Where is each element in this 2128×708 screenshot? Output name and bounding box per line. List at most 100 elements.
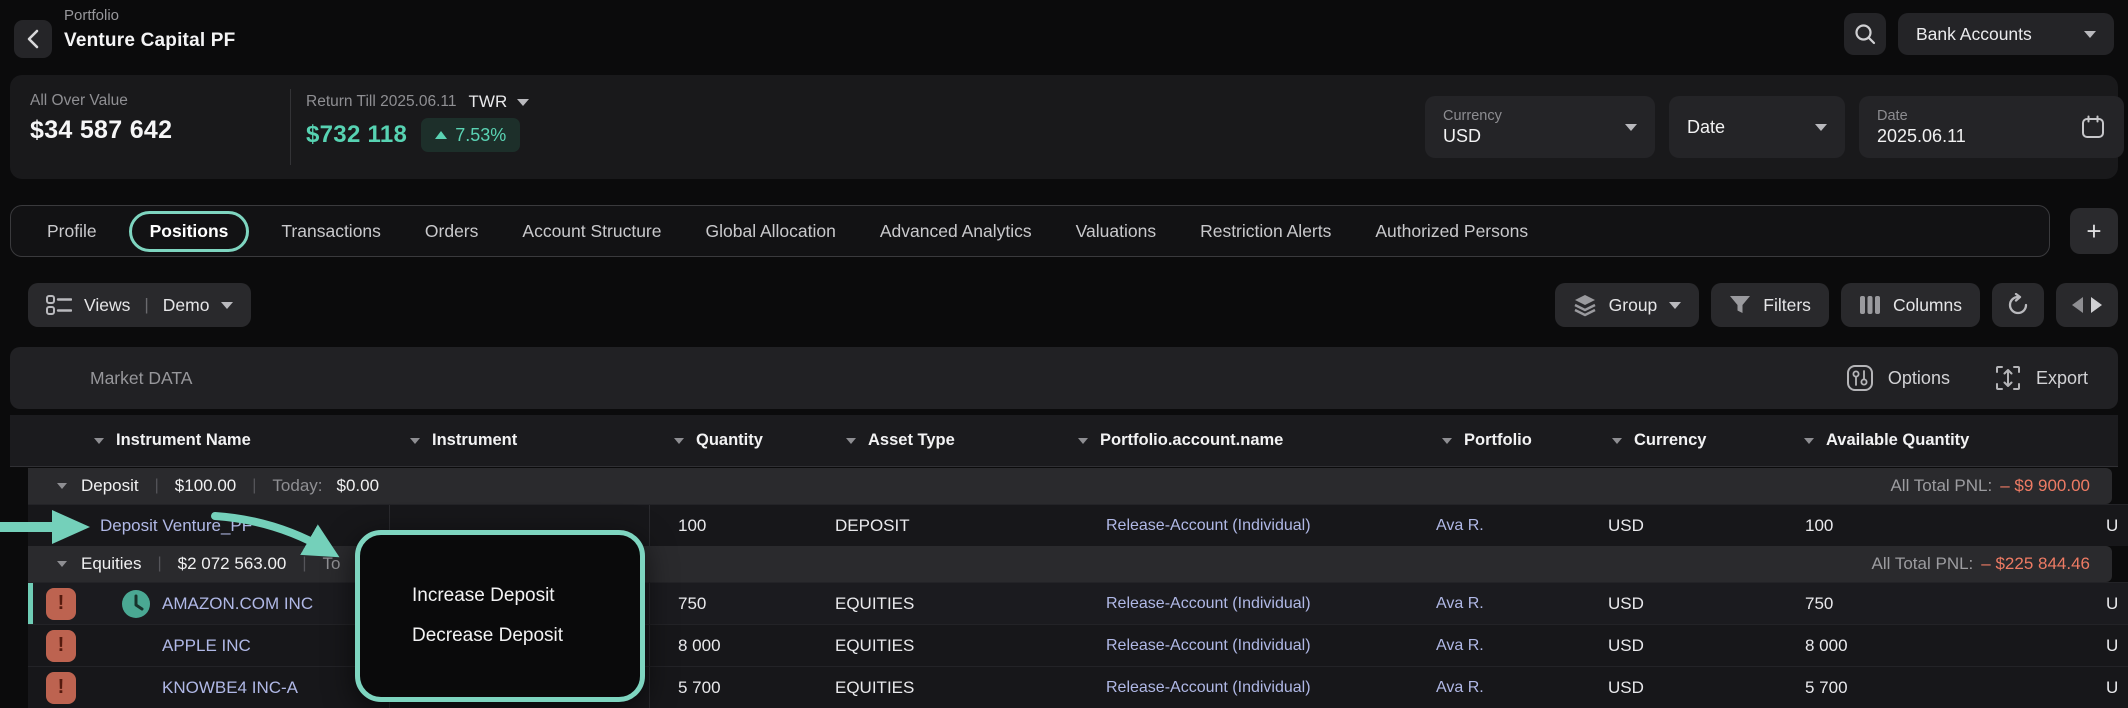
date-mode-dropdown[interactable]: Date bbox=[1669, 96, 1845, 158]
sort-caret-icon bbox=[94, 438, 104, 444]
account-link[interactable]: Release-Account (Individual) bbox=[1106, 637, 1311, 655]
portfolio-cell: Ava R. bbox=[1430, 505, 1600, 546]
asset-type-cell: DEPOSIT bbox=[800, 505, 1060, 546]
portfolio-owner-link[interactable]: Ava R. bbox=[1436, 679, 1484, 697]
account-link[interactable]: Release-Account (Individual) bbox=[1106, 595, 1311, 613]
portfolio-owner-link[interactable]: Ava R. bbox=[1436, 595, 1484, 613]
return-mode-value: TWR bbox=[469, 92, 508, 112]
export-icon bbox=[1994, 364, 2022, 392]
column-header-portfolio-account-name[interactable]: Portfolio.account.name bbox=[1060, 415, 1430, 466]
columns-button[interactable]: Columns bbox=[1841, 283, 1980, 327]
add-tab-button[interactable]: + bbox=[2070, 208, 2118, 254]
market-data-title: Market DATA bbox=[90, 368, 192, 389]
tab-positions[interactable]: Positions bbox=[129, 211, 250, 252]
header-overflow bbox=[2090, 415, 2128, 466]
filter-funnel-icon bbox=[1729, 294, 1751, 316]
chevron-down-icon bbox=[517, 99, 529, 106]
clock-icon bbox=[120, 588, 152, 620]
back-button[interactable] bbox=[14, 20, 52, 58]
column-label: Currency bbox=[1634, 431, 1706, 450]
export-button[interactable]: Export bbox=[1994, 364, 2088, 392]
options-button[interactable]: Options bbox=[1846, 364, 1950, 392]
divider: | bbox=[153, 477, 161, 495]
column-header-available-quantity[interactable]: Available Quantity bbox=[1780, 415, 2090, 466]
menu-item-decrease-deposit[interactable]: Decrease Deposit bbox=[412, 625, 640, 647]
return-mode-dropdown[interactable]: TWR bbox=[469, 92, 530, 112]
export-label: Export bbox=[2036, 368, 2088, 389]
overflow-cell: U bbox=[2090, 583, 2128, 624]
views-value: Demo bbox=[163, 295, 210, 316]
date-picker[interactable]: Date 2025.06.11 bbox=[1859, 96, 2124, 158]
asset-type-cell: EQUITIES bbox=[800, 583, 1060, 624]
tab-transactions[interactable]: Transactions bbox=[259, 221, 403, 242]
instrument-name-link[interactable]: AMAZON.COM INC bbox=[162, 594, 313, 614]
portfolio-owner-link[interactable]: Ava R. bbox=[1436, 517, 1484, 535]
tab-authorized-persons[interactable]: Authorized Persons bbox=[1353, 221, 1550, 242]
tab-account-structure[interactable]: Account Structure bbox=[500, 221, 683, 242]
pager-buttons[interactable] bbox=[2056, 283, 2118, 327]
search-button[interactable] bbox=[1844, 13, 1886, 55]
pnl-label: All Total PNL: bbox=[1872, 554, 1974, 574]
tab-orders[interactable]: Orders bbox=[403, 221, 500, 242]
column-header-instrument[interactable]: Instrument bbox=[390, 415, 650, 466]
divider bbox=[290, 89, 291, 165]
portfolio-owner-link[interactable]: Ava R. bbox=[1436, 637, 1484, 655]
column-header-portfolio[interactable]: Portfolio bbox=[1430, 415, 1600, 466]
pnl-label: All Total PNL: bbox=[1890, 476, 1992, 496]
filters-button[interactable]: Filters bbox=[1711, 283, 1829, 327]
sort-caret-icon bbox=[1442, 438, 1452, 444]
chevron-left-icon bbox=[26, 29, 40, 49]
divider: | bbox=[142, 295, 150, 315]
instrument-name-cell: Deposit Venture_PF bbox=[92, 505, 390, 546]
date-mode-value: Date bbox=[1687, 117, 1725, 138]
tab-global-allocation[interactable]: Global Allocation bbox=[684, 221, 858, 242]
collapse-caret-icon bbox=[57, 483, 67, 489]
bank-accounts-label: Bank Accounts bbox=[1916, 24, 2032, 45]
table-row-knowbe4[interactable]: ! KNOWBE4 INC-A 5 700 EQUITIES Release-A… bbox=[28, 666, 2128, 708]
tab-valuations[interactable]: Valuations bbox=[1054, 221, 1178, 242]
divider: | bbox=[300, 555, 308, 573]
options-sliders-icon bbox=[1846, 364, 1874, 392]
group-button[interactable]: Group bbox=[1555, 283, 1700, 327]
column-header-instrument-name[interactable]: Instrument Name bbox=[92, 415, 390, 466]
divider: | bbox=[155, 555, 163, 573]
column-header-quantity[interactable]: Quantity bbox=[650, 415, 800, 466]
quantity-cell: 750 bbox=[650, 583, 800, 624]
table-row-amazon[interactable]: ! AMAZON.COM INC 750 EQUITIES Release-Ac… bbox=[28, 582, 2128, 624]
column-label: Asset Type bbox=[868, 431, 955, 450]
group-today-value: $0.00 bbox=[337, 476, 380, 495]
table-header-row: Instrument Name Instrument Quantity Asse… bbox=[10, 415, 2118, 467]
account-link[interactable]: Release-Account (Individual) bbox=[1106, 679, 1311, 697]
table-toolbar: Group Filters Columns bbox=[1555, 283, 2118, 327]
menu-item-increase-deposit[interactable]: Increase Deposit bbox=[412, 585, 640, 607]
quantity-cell: 8 000 bbox=[650, 625, 800, 666]
instrument-name-link[interactable]: Deposit Venture_PF bbox=[100, 516, 252, 536]
quantity-cell: 100 bbox=[650, 505, 800, 546]
table-row-deposit-venture-pf[interactable]: Deposit Venture_PF 100 DEPOSIT Release-A… bbox=[28, 504, 2128, 546]
market-data-panel: Market DATA Options Export bbox=[10, 347, 2118, 409]
row-indicator-cell: ! bbox=[28, 583, 92, 624]
column-label: Instrument Name bbox=[116, 431, 251, 450]
group-row-deposit[interactable]: Deposit | $100.00 | Today: $0.00 All Tot… bbox=[28, 468, 2112, 504]
instrument-name-link[interactable]: KNOWBE4 INC-A bbox=[162, 678, 298, 698]
instrument-name-cell: APPLE INC bbox=[92, 625, 390, 666]
column-header-asset-type[interactable]: Asset Type bbox=[800, 415, 1060, 466]
tab-restriction-alerts[interactable]: Restriction Alerts bbox=[1178, 221, 1353, 242]
column-header-currency[interactable]: Currency bbox=[1600, 415, 1780, 466]
views-button[interactable]: Views | Demo bbox=[28, 283, 251, 327]
filters-label: Filters bbox=[1763, 295, 1811, 316]
page-right-icon bbox=[2090, 296, 2103, 314]
table-row-apple[interactable]: ! APPLE INC 8 000 EQUITIES Release-Accou… bbox=[28, 624, 2128, 666]
tab-advanced-analytics[interactable]: Advanced Analytics bbox=[858, 221, 1054, 242]
columns-label: Columns bbox=[1893, 295, 1962, 316]
currency-dropdown[interactable]: Currency USD bbox=[1425, 96, 1655, 158]
bank-accounts-select[interactable]: Bank Accounts bbox=[1898, 13, 2114, 55]
instrument-name-link[interactable]: APPLE INC bbox=[162, 636, 251, 656]
account-link[interactable]: Release-Account (Individual) bbox=[1106, 517, 1311, 535]
group-row-equities[interactable]: Equities | $2 072 563.00 | To All Total … bbox=[28, 546, 2112, 582]
tab-profile[interactable]: Profile bbox=[25, 221, 119, 242]
group-today-label: Today: bbox=[272, 476, 322, 496]
refresh-button[interactable] bbox=[1992, 283, 2044, 327]
currency-value: USD bbox=[1443, 126, 1502, 147]
refresh-icon bbox=[2006, 293, 2030, 317]
